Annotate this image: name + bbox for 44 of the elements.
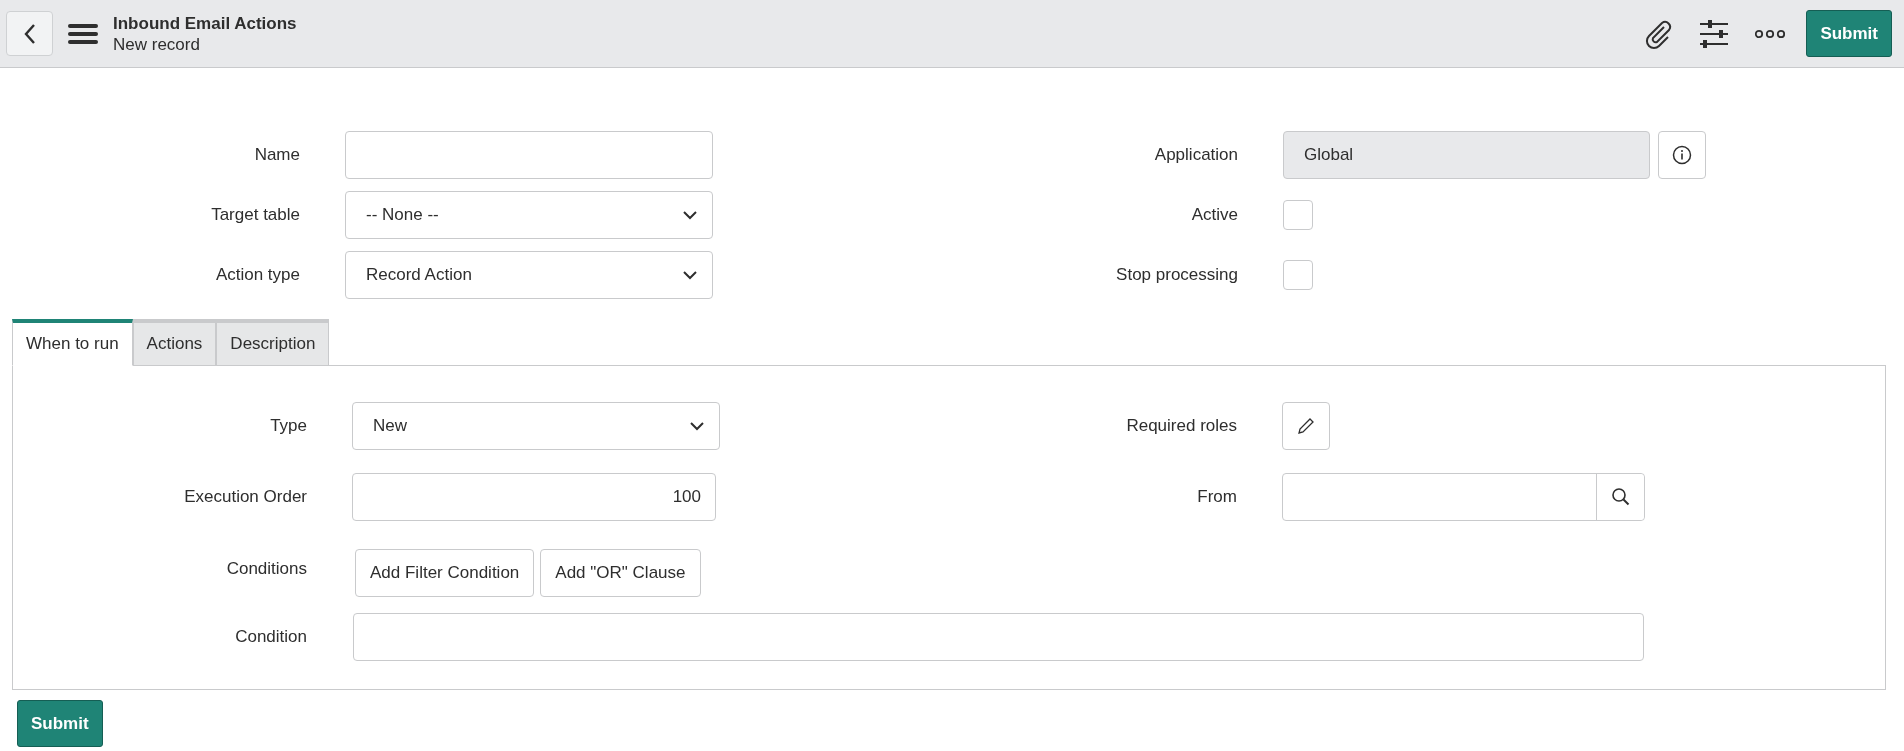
field-label: Execution Order xyxy=(183,487,307,507)
field-label: Application xyxy=(1153,145,1238,165)
chevron-down-icon xyxy=(682,210,698,220)
select-field[interactable]: Record Action xyxy=(345,251,713,299)
page-subtitle: New record xyxy=(113,33,201,55)
submit-button[interactable]: Submit xyxy=(17,700,103,747)
tab[interactable]: Description xyxy=(216,319,330,366)
field-label: Stop processing xyxy=(1115,265,1238,285)
field-label: Conditions xyxy=(225,559,307,579)
field-label: Required roles xyxy=(1125,416,1237,436)
field-label: From xyxy=(1196,487,1237,507)
tab[interactable]: When to run xyxy=(12,319,133,366)
field-label: Condition xyxy=(234,627,307,647)
reference-field[interactable] xyxy=(1282,473,1645,521)
checkbox[interactable] xyxy=(1283,200,1313,230)
field-label: Active xyxy=(1190,205,1238,225)
info-icon xyxy=(1672,145,1692,165)
select-field[interactable]: -- None -- xyxy=(345,191,713,239)
more-icon xyxy=(1755,28,1786,39)
search-button[interactable] xyxy=(1596,474,1644,520)
read-only-field: Global xyxy=(1283,131,1650,179)
back-button[interactable] xyxy=(6,11,53,56)
field-label: Name xyxy=(253,145,300,165)
page-title: Inbound Email Actions xyxy=(113,12,297,34)
input-field[interactable] xyxy=(345,131,713,179)
input-field[interactable]: 100 xyxy=(352,473,716,521)
condition-button[interactable]: Add Filter Condition xyxy=(355,549,535,597)
field-label: Type xyxy=(269,416,307,436)
search-icon xyxy=(1610,487,1631,507)
field-label: Action type xyxy=(214,265,300,285)
input-field[interactable] xyxy=(353,613,1644,661)
submit-button[interactable]: Submit xyxy=(1806,10,1892,57)
field-label: Target table xyxy=(210,205,300,225)
sliders-icon xyxy=(1699,18,1730,49)
condition-button[interactable]: Add "OR" Clause xyxy=(540,549,701,597)
checkbox[interactable] xyxy=(1283,260,1313,290)
info-button[interactable] xyxy=(1658,131,1706,179)
chevron-down-icon xyxy=(689,421,705,431)
menu-icon xyxy=(67,21,99,46)
pencil-icon xyxy=(1297,417,1315,435)
tab[interactable]: Actions xyxy=(132,319,217,366)
back-icon xyxy=(22,22,37,45)
chevron-down-icon xyxy=(682,270,698,280)
select-field[interactable]: New xyxy=(352,402,720,450)
